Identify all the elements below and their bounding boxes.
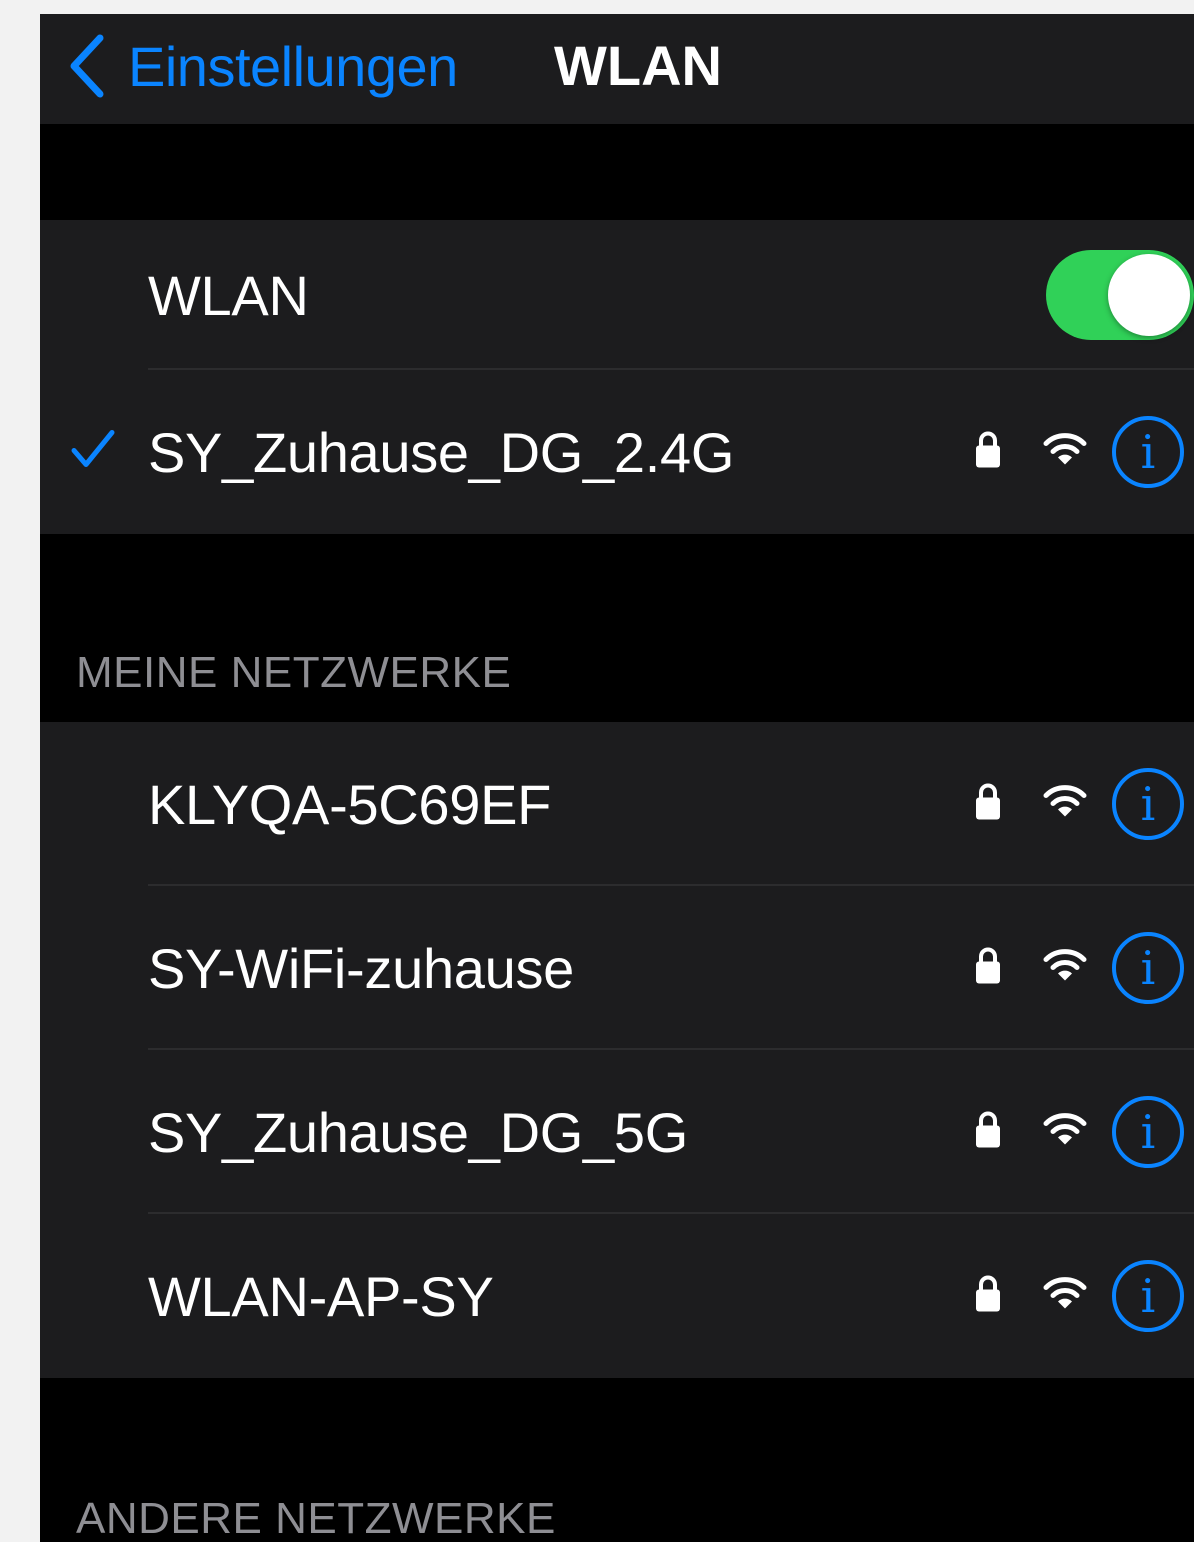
chevron-left-icon	[66, 34, 106, 98]
network-info-button[interactable]: i	[1112, 416, 1184, 488]
network-info-button[interactable]: i	[1112, 1096, 1184, 1168]
section-header-other-networks: ANDERE NETZWERKE	[76, 1494, 556, 1542]
wifi-signal-icon	[1042, 1111, 1088, 1154]
network-row[interactable]: SY-WiFi-zuhause i	[40, 886, 1194, 1050]
wlan-settings-screen: Einstellungen WLAN WLAN SY_Zuhause_DG_2.…	[40, 14, 1194, 1542]
network-info-button[interactable]: i	[1112, 1260, 1184, 1332]
connected-network-row[interactable]: SY_Zuhause_DG_2.4G i	[40, 370, 1194, 534]
network-info-button[interactable]: i	[1112, 932, 1184, 1004]
lock-icon	[974, 947, 1002, 990]
wlan-toggle-row: WLAN	[40, 220, 1194, 370]
back-button[interactable]: Einstellungen	[66, 24, 458, 108]
section-header-my-networks: MEINE NETZWERKE	[76, 648, 512, 697]
lock-icon	[974, 1275, 1002, 1318]
page-title: WLAN	[554, 34, 722, 97]
navigation-bar: Einstellungen WLAN	[40, 14, 1194, 124]
my-networks-group: KLYQA-5C69EF i SY-WiFi-zuhause i SY_Zuha…	[40, 722, 1194, 1378]
network-row[interactable]: KLYQA-5C69EF i	[40, 722, 1194, 886]
wlan-group: WLAN SY_Zuhause_DG_2.4G i	[40, 220, 1194, 534]
lock-icon	[974, 431, 1002, 474]
wifi-signal-icon	[1042, 783, 1088, 826]
network-name: KLYQA-5C69EF	[148, 772, 552, 836]
checkmark-icon	[70, 429, 116, 476]
toggle-knob	[1108, 254, 1190, 336]
back-button-label: Einstellungen	[128, 34, 458, 98]
wlan-toggle-switch[interactable]	[1046, 250, 1194, 340]
network-name: WLAN-AP-SY	[148, 1264, 494, 1328]
network-row[interactable]: WLAN-AP-SY i	[40, 1214, 1194, 1378]
wlan-toggle-label: WLAN	[148, 263, 309, 327]
wifi-signal-icon	[1042, 431, 1088, 474]
network-name: SY-WiFi-zuhause	[148, 936, 575, 1000]
network-info-button[interactable]: i	[1112, 768, 1184, 840]
wifi-signal-icon	[1042, 1275, 1088, 1318]
lock-icon	[974, 1111, 1002, 1154]
network-name: SY_Zuhause_DG_5G	[148, 1100, 688, 1164]
lock-icon	[974, 783, 1002, 826]
network-row[interactable]: SY_Zuhause_DG_5G i	[40, 1050, 1194, 1214]
wifi-signal-icon	[1042, 947, 1088, 990]
network-name: SY_Zuhause_DG_2.4G	[148, 420, 735, 484]
